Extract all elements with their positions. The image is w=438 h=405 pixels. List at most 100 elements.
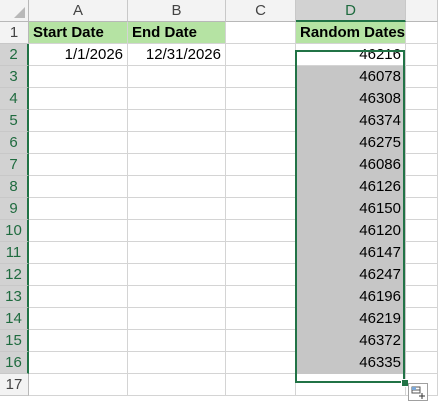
cell-c16[interactable] <box>226 352 296 374</box>
row-header-10[interactable]: 10 <box>0 220 29 242</box>
cell-c12[interactable] <box>226 264 296 286</box>
cell-b6[interactable] <box>128 132 226 154</box>
cell-b16[interactable] <box>128 352 226 374</box>
cell-c15[interactable] <box>226 330 296 352</box>
cell-b1[interactable]: End Date <box>128 22 226 44</box>
cell-d14[interactable]: 46219 <box>296 308 406 330</box>
cell-a12[interactable] <box>29 264 128 286</box>
cell-e12[interactable] <box>406 264 438 286</box>
cell-a1[interactable]: Start Date <box>29 22 128 44</box>
cell-c10[interactable] <box>226 220 296 242</box>
cell-d13[interactable]: 46196 <box>296 286 406 308</box>
cell-d12[interactable]: 46247 <box>296 264 406 286</box>
row-header-14[interactable]: 14 <box>0 308 29 330</box>
row-header-4[interactable]: 4 <box>0 88 29 110</box>
cell-d17[interactable] <box>296 374 406 396</box>
row-header-3[interactable]: 3 <box>0 66 29 88</box>
row-header-17[interactable]: 17 <box>0 374 29 396</box>
cell-d6[interactable]: 46275 <box>296 132 406 154</box>
cell-b17[interactable] <box>128 374 226 396</box>
cell-a8[interactable] <box>29 176 128 198</box>
cell-a6[interactable] <box>29 132 128 154</box>
row-header-13[interactable]: 13 <box>0 286 29 308</box>
cell-d10[interactable]: 46120 <box>296 220 406 242</box>
cell-a13[interactable] <box>29 286 128 308</box>
cell-b9[interactable] <box>128 198 226 220</box>
cell-a10[interactable] <box>29 220 128 242</box>
cell-a7[interactable] <box>29 154 128 176</box>
row-header-2[interactable]: 2 <box>0 44 29 66</box>
cell-e9[interactable] <box>406 198 438 220</box>
cell-e2[interactable] <box>406 44 438 66</box>
cell-e3[interactable] <box>406 66 438 88</box>
cell-c1[interactable] <box>226 22 296 44</box>
cell-b10[interactable] <box>128 220 226 242</box>
cell-c17[interactable] <box>226 374 296 396</box>
row-header-5[interactable]: 5 <box>0 110 29 132</box>
cell-c5[interactable] <box>226 110 296 132</box>
cell-a9[interactable] <box>29 198 128 220</box>
cell-b15[interactable] <box>128 330 226 352</box>
cell-e7[interactable] <box>406 154 438 176</box>
cell-d15[interactable]: 46372 <box>296 330 406 352</box>
cell-e14[interactable] <box>406 308 438 330</box>
cell-b5[interactable] <box>128 110 226 132</box>
cell-a11[interactable] <box>29 242 128 264</box>
cell-e8[interactable] <box>406 176 438 198</box>
cell-b14[interactable] <box>128 308 226 330</box>
cell-d9[interactable]: 46150 <box>296 198 406 220</box>
cell-d5[interactable]: 46374 <box>296 110 406 132</box>
cell-b2[interactable]: 12/31/2026 <box>128 44 226 66</box>
cell-a5[interactable] <box>29 110 128 132</box>
column-header-d[interactable]: D <box>296 0 406 22</box>
cell-a15[interactable] <box>29 330 128 352</box>
cell-e11[interactable] <box>406 242 438 264</box>
cell-d11[interactable]: 46147 <box>296 242 406 264</box>
cell-c2[interactable] <box>226 44 296 66</box>
cell-e10[interactable] <box>406 220 438 242</box>
cell-b12[interactable] <box>128 264 226 286</box>
row-header-12[interactable]: 12 <box>0 264 29 286</box>
column-header-a[interactable]: A <box>29 0 128 22</box>
cell-d2[interactable]: 46216 <box>296 44 406 66</box>
cell-c6[interactable] <box>226 132 296 154</box>
row-header-16[interactable]: 16 <box>0 352 29 374</box>
cell-e5[interactable] <box>406 110 438 132</box>
cell-a17[interactable] <box>29 374 128 396</box>
row-header-1[interactable]: 1 <box>0 22 29 44</box>
row-header-6[interactable]: 6 <box>0 132 29 154</box>
cell-a4[interactable] <box>29 88 128 110</box>
column-header-b[interactable]: B <box>128 0 226 22</box>
cell-e1[interactable] <box>406 22 438 44</box>
cell-e16[interactable] <box>406 352 438 374</box>
cell-d7[interactable]: 46086 <box>296 154 406 176</box>
select-all-corner[interactable] <box>0 0 29 22</box>
row-header-15[interactable]: 15 <box>0 330 29 352</box>
cell-e4[interactable] <box>406 88 438 110</box>
cell-a14[interactable] <box>29 308 128 330</box>
cell-d16[interactable]: 46335 <box>296 352 406 374</box>
cell-e13[interactable] <box>406 286 438 308</box>
cell-b4[interactable] <box>128 88 226 110</box>
cell-d1[interactable]: Random Dates <box>296 22 406 44</box>
cell-a16[interactable] <box>29 352 128 374</box>
cell-b13[interactable] <box>128 286 226 308</box>
cell-e6[interactable] <box>406 132 438 154</box>
cell-a2[interactable]: 1/1/2026 <box>29 44 128 66</box>
cell-b8[interactable] <box>128 176 226 198</box>
cell-b11[interactable] <box>128 242 226 264</box>
cell-c3[interactable] <box>226 66 296 88</box>
row-header-9[interactable]: 9 <box>0 198 29 220</box>
cell-d4[interactable]: 46308 <box>296 88 406 110</box>
cell-c8[interactable] <box>226 176 296 198</box>
cell-e15[interactable] <box>406 330 438 352</box>
cell-d3[interactable]: 46078 <box>296 66 406 88</box>
row-header-11[interactable]: 11 <box>0 242 29 264</box>
column-header-c[interactable]: C <box>226 0 296 22</box>
quick-analysis-button[interactable] <box>408 383 428 401</box>
cell-d8[interactable]: 46126 <box>296 176 406 198</box>
row-header-8[interactable]: 8 <box>0 176 29 198</box>
cell-b7[interactable] <box>128 154 226 176</box>
row-header-7[interactable]: 7 <box>0 154 29 176</box>
cell-a3[interactable] <box>29 66 128 88</box>
